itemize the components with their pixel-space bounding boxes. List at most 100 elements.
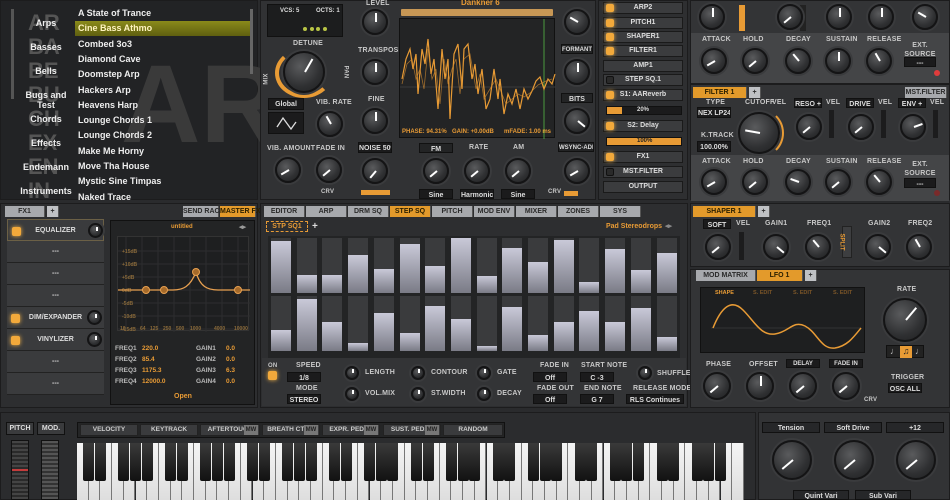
routing-item[interactable]: FILTER1 — [603, 45, 683, 57]
wsync-select[interactable]: WSYNC-ADD — [558, 142, 594, 152]
step-bar[interactable] — [553, 296, 574, 351]
step-bar[interactable] — [476, 238, 497, 293]
black-key[interactable] — [551, 443, 563, 481]
gain2-knob[interactable] — [865, 234, 891, 260]
black-key[interactable] — [422, 443, 434, 481]
eq-gain-value[interactable]: 0.0 — [226, 356, 235, 363]
env-top-knob-1[interactable] — [699, 4, 725, 30]
env1-knob-attack[interactable] — [701, 48, 727, 74]
wsync-crv-label[interactable]: CRV — [548, 189, 561, 195]
step-bar[interactable] — [450, 296, 471, 351]
step-bar[interactable] — [322, 238, 343, 293]
step-bar[interactable] — [399, 296, 420, 351]
black-key[interactable] — [656, 443, 668, 481]
send1-bar[interactable]: 20% — [606, 106, 682, 115]
env-vel-toggle[interactable]: VEL — [930, 99, 944, 106]
lfo-fade-in-select[interactable]: FADE IN — [829, 359, 863, 368]
env1-led-icon[interactable] — [934, 70, 940, 76]
drive-knob[interactable] — [848, 114, 874, 140]
category-item[interactable]: BU Bugs and Test — [16, 82, 76, 110]
trigger-select[interactable]: OSC ALL — [888, 383, 922, 393]
fade-in-knob[interactable] — [316, 157, 342, 183]
env1-knob-release[interactable] — [866, 48, 892, 74]
macro-label[interactable]: +12 — [886, 422, 944, 433]
lfo-crv-label[interactable]: CRV — [864, 397, 877, 403]
step-seq-tab[interactable]: STP SQ1 — [266, 221, 308, 232]
routing-led[interactable] — [606, 4, 614, 12]
fade-in-select[interactable]: Off — [533, 372, 567, 382]
seq-knob-volmix[interactable] — [345, 387, 359, 401]
fx-slot-knob[interactable] — [88, 223, 103, 238]
step-bar[interactable] — [322, 296, 343, 351]
black-key[interactable] — [282, 443, 294, 481]
rate-knob[interactable] — [464, 158, 490, 184]
mw-badge[interactable]: MW — [244, 425, 258, 435]
env2-ext-select[interactable]: --- — [904, 178, 936, 188]
fx-slot-knob[interactable] — [87, 310, 102, 325]
category-item[interactable]: CH Chords — [16, 106, 76, 131]
fx-slot[interactable]: --- — [7, 351, 104, 373]
env2-knob-sustain[interactable] — [825, 169, 851, 195]
rate-mode-select[interactable]: Harmonic — [460, 189, 494, 199]
release-mode-select[interactable]: RLS Continues — [626, 394, 684, 404]
black-key[interactable] — [211, 443, 223, 481]
eq-prev-next-icon[interactable]: ◂▸ — [239, 223, 246, 231]
black-key[interactable] — [176, 443, 188, 481]
delay-knob[interactable] — [789, 372, 817, 400]
freq2-knob[interactable] — [906, 234, 932, 260]
center-tab-arp[interactable]: ARP — [306, 206, 347, 217]
preset-item[interactable]: Heavens Harp — [75, 98, 250, 113]
env-amount-select[interactable]: ENV + — [898, 98, 926, 108]
black-key[interactable] — [94, 443, 106, 481]
fx-slot[interactable]: VINYLIZER — [7, 329, 104, 351]
lfo-display[interactable]: SHAPE S. EDIT S. EDIT S. EDIT — [700, 287, 865, 353]
macro-knob[interactable] — [896, 440, 936, 480]
black-key[interactable] — [328, 443, 340, 481]
fine-knob[interactable] — [362, 108, 388, 134]
drive-select[interactable]: DRIVE — [846, 98, 874, 108]
fade-out-select[interactable]: Off — [533, 394, 567, 404]
mod-wheel[interactable] — [41, 440, 59, 500]
env-top-knob-3[interactable] — [826, 4, 852, 30]
seq-on-led[interactable] — [268, 371, 277, 380]
preset-item[interactable]: Lounge Chords 1 — [75, 113, 250, 128]
preset-item[interactable]: Naked Trace — [75, 190, 250, 205]
routing-led[interactable] — [606, 19, 614, 27]
lfo1-tab[interactable]: LFO 1 — [757, 270, 803, 281]
env1-ext-select[interactable]: --- — [904, 57, 936, 67]
category-item[interactable]: AR Arps — [16, 10, 76, 35]
gain1-knob[interactable] — [763, 234, 789, 260]
filter-tab[interactable]: FILTER 1 — [693, 87, 747, 98]
preset-item[interactable]: Lounge Chords 2 — [75, 128, 250, 143]
step-bar[interactable] — [528, 296, 548, 351]
preset-item[interactable]: Doomstep Arp — [75, 67, 250, 82]
center-tab-mod-env[interactable]: MOD ENV — [474, 206, 515, 217]
black-key[interactable] — [223, 443, 235, 481]
fm-select[interactable]: FM — [419, 143, 453, 153]
phase-knob[interactable] — [703, 372, 731, 400]
white-key[interactable] — [732, 443, 744, 500]
step-bar[interactable] — [399, 238, 420, 293]
env-top-knob-2[interactable] — [777, 4, 803, 30]
step-seq-add-button[interactable]: + — [312, 221, 318, 232]
eq-freq-value[interactable]: 220.0 — [142, 345, 158, 352]
step-bar[interactable] — [271, 296, 291, 351]
env2-knob-attack[interactable] — [701, 169, 727, 195]
preset-prev-next-icon[interactable]: ◂▸ — [665, 222, 672, 230]
routing-led[interactable] — [606, 168, 614, 176]
step-bar[interactable] — [502, 238, 523, 293]
routing-item[interactable]: OUTPUT — [603, 181, 683, 193]
seq-knob-length[interactable] — [345, 366, 359, 380]
env2-knob-decay[interactable] — [785, 169, 811, 195]
black-key[interactable] — [609, 443, 621, 481]
note-straight-icon[interactable]: ♩ — [890, 346, 899, 356]
category-item[interactable]: BE Bells — [16, 58, 76, 83]
black-key[interactable] — [492, 443, 504, 481]
filter-type-select[interactable]: NEX LP24 — [697, 107, 731, 118]
shaper-add-button[interactable]: + — [758, 206, 770, 217]
send2-bar[interactable]: 100% — [606, 137, 682, 146]
black-key[interactable] — [141, 443, 153, 481]
split-toggle[interactable]: SPLIT — [839, 226, 852, 258]
end-note-select[interactable]: G 7 — [580, 394, 614, 404]
black-key[interactable] — [586, 443, 598, 481]
